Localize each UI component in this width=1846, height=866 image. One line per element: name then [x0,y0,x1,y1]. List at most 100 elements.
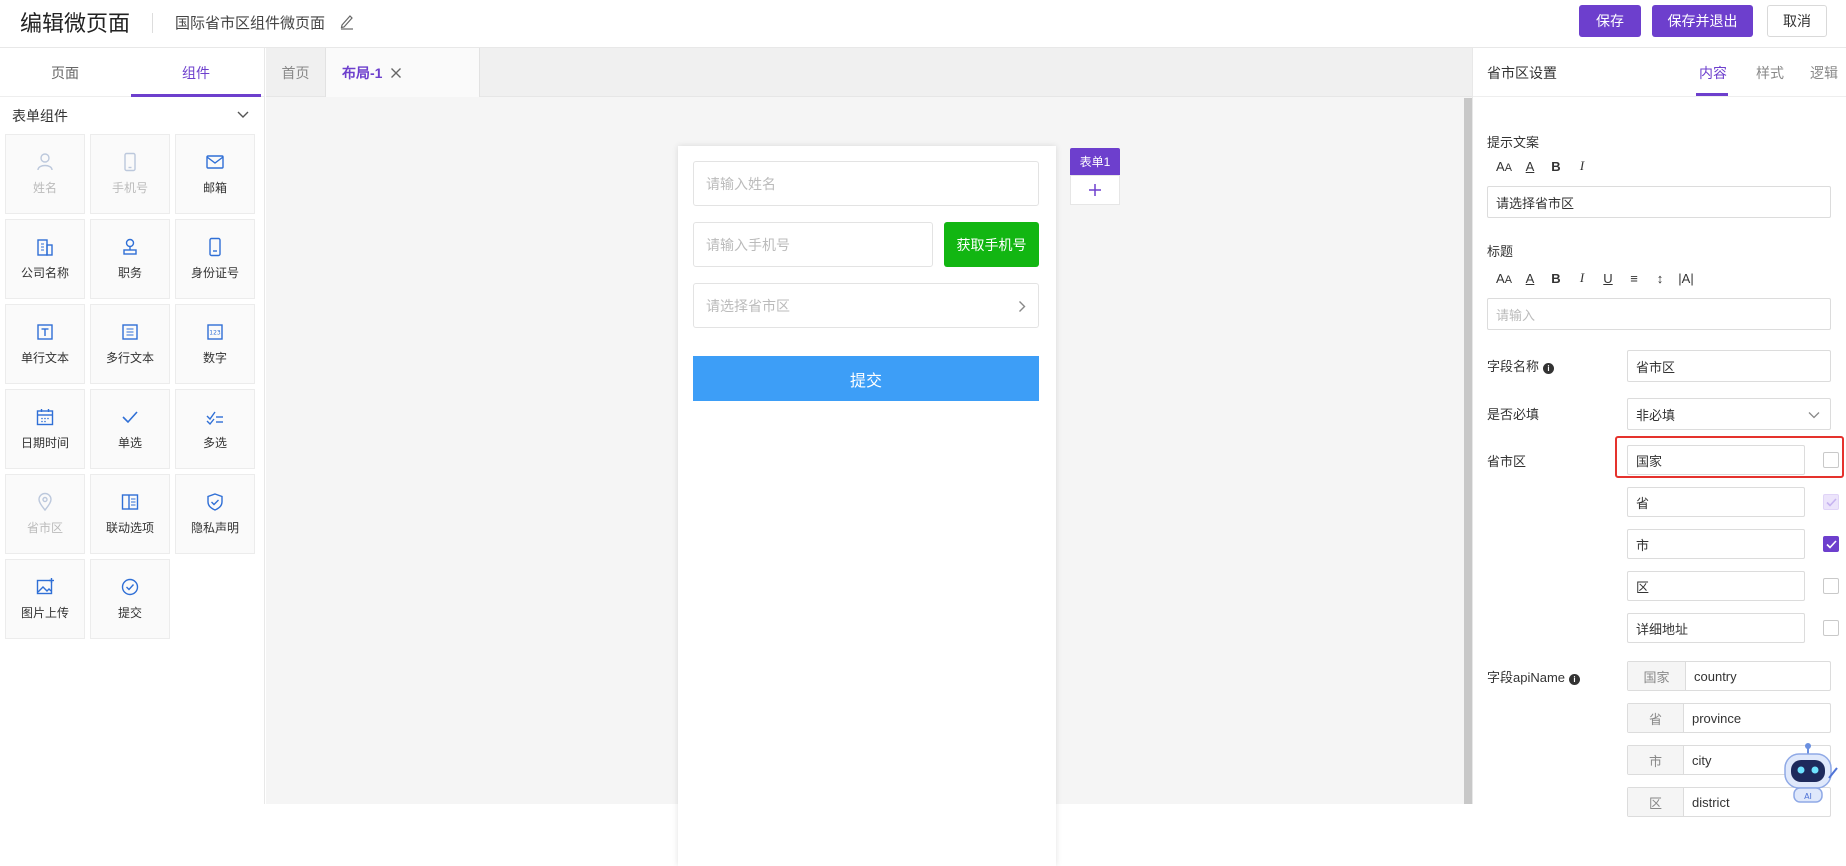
tab-layout-1[interactable]: 布局-1 [326,48,480,97]
active-tab-indicator [1696,93,1728,96]
tab-page[interactable]: 页面 [0,48,130,97]
cancel-button[interactable]: 取消 [1767,5,1827,37]
italic-icon[interactable]: I [1569,158,1595,174]
component-company[interactable]: 公司名称 [5,219,85,299]
component-image-upload[interactable]: 图片上传 [5,559,85,639]
component-multi-choice[interactable]: 多选 [175,389,255,469]
component-submit[interactable]: 提交 [90,559,170,639]
info-icon[interactable]: i [1543,363,1555,374]
page-title: 编辑微页面 [20,11,131,36]
phone-preview: 请输入姓名 请输入手机号 获取手机号 请选择省市区 提交 [678,146,1056,866]
hint-input[interactable]: 请选择省市区 [1487,186,1831,218]
check-icon [122,411,138,424]
component-label: 邮箱 [202,181,227,195]
api-prefix: 市 [1628,746,1684,774]
region-level-province[interactable]: 省 [1627,487,1805,517]
phone-icon [124,152,136,172]
font-color-icon[interactable]: A [1517,159,1543,174]
left-tabs: 页面 组件 [0,48,264,97]
letter-spacing-icon[interactable]: |A| [1673,271,1699,286]
component-phone[interactable]: 手机号 [90,134,170,214]
page-name: 国际省市区组件微页面 [175,15,326,32]
group-title[interactable]: 表单组件 [12,106,68,126]
required-label: 是否必填 [1487,407,1540,422]
canvas-tabs: 首页 布局-1 [266,48,1472,97]
get-phone-button[interactable]: 获取手机号 [944,222,1039,267]
title-format-toolbar: AA A B I U ≡ ↕ |A| [1491,270,1699,286]
save-exit-button[interactable]: 保存并退出 [1652,5,1753,37]
component-label: 数字 [202,351,227,365]
component-panel: 页面 组件 表单组件 姓名 手机号 邮箱 公司名称 职务 身份证号 单行文本 多… [0,48,265,804]
api-input[interactable]: province [1684,704,1830,732]
region-level-district[interactable]: 区 [1627,571,1805,601]
edit-icon[interactable] [339,12,355,30]
component-position[interactable]: 职务 [90,219,170,299]
bold-icon[interactable]: B [1543,271,1569,286]
component-label: 提交 [117,606,142,620]
component-multi-text[interactable]: 多行文本 [90,304,170,384]
svg-text:123: 123 [209,330,221,337]
font-color-icon[interactable]: A [1517,271,1543,286]
component-single-text[interactable]: 单行文本 [5,304,85,384]
component-email[interactable]: 邮箱 [175,134,255,214]
component-name[interactable]: 姓名 [5,134,85,214]
calendar-icon [36,409,54,426]
region-level-city[interactable]: 市 [1627,529,1805,559]
district-checkbox[interactable] [1823,578,1839,594]
tab-home[interactable]: 首页 [266,48,326,97]
info-icon[interactable]: i [1569,674,1581,685]
component-datetime[interactable]: 日期时间 [5,389,85,469]
component-label: 联动选项 [105,521,154,535]
add-form-button[interactable] [1070,175,1120,205]
phone-input[interactable]: 请输入手机号 [693,222,933,267]
component-number[interactable]: 123 数字 [175,304,255,384]
top-bar: 编辑微页面 国际省市区组件微页面 保存 保存并退出 取消 [0,0,1846,48]
api-input[interactable]: country [1686,662,1830,690]
bold-icon[interactable]: B [1543,159,1569,174]
id-card-icon [209,237,221,257]
submit-button[interactable]: 提交 [693,356,1039,401]
component-id-card[interactable]: 身份证号 [175,219,255,299]
underline-icon[interactable]: U [1595,271,1621,286]
line-height-icon[interactable]: ↕ [1647,271,1673,286]
component-label: 日期时间 [20,436,69,450]
region-level-address[interactable]: 详细地址 [1627,613,1805,643]
tab-components[interactable]: 组件 [131,48,261,97]
tab-logic[interactable]: 逻辑 [1810,63,1838,83]
required-select[interactable]: 非必填 [1627,398,1831,430]
api-name-label: 字段apiName i [1487,667,1581,686]
font-size-icon[interactable]: AA [1491,271,1517,286]
tab-style[interactable]: 样式 [1756,63,1784,83]
component-single-choice[interactable]: 单选 [90,389,170,469]
close-icon[interactable] [390,67,402,79]
save-button[interactable]: 保存 [1579,5,1641,37]
form-tag[interactable]: 表单1 [1070,148,1120,175]
align-icon[interactable]: ≡ [1621,271,1647,286]
field-name-input[interactable]: 省市区 [1627,350,1831,382]
province-checkbox[interactable] [1823,494,1839,510]
component-linkage[interactable]: 联动选项 [90,474,170,554]
field-name-label-text: 字段名称 [1487,359,1540,374]
component-region[interactable]: 省市区 [5,474,85,554]
chevron-down-icon[interactable] [236,108,250,122]
city-checkbox[interactable] [1823,536,1839,552]
submit-check-icon [121,578,139,596]
region-level-country[interactable]: 国家 [1627,445,1805,475]
api-prefix: 区 [1628,788,1684,816]
title-input[interactable]: 请输入 [1487,298,1831,330]
canvas-scrollbar[interactable] [1464,98,1472,804]
font-size-icon[interactable]: AA [1491,159,1517,174]
tab-home-label: 首页 [281,64,310,81]
component-label: 手机号 [111,181,148,195]
italic-icon[interactable]: I [1569,270,1595,286]
component-privacy[interactable]: 隐私声明 [175,474,255,554]
settings-header: 省市区设置 内容 样式 逻辑 [1473,48,1846,97]
region-select[interactable]: 请选择省市区 [693,283,1039,328]
text-multi-icon [122,324,138,340]
user-icon [37,153,53,171]
country-checkbox[interactable] [1823,452,1839,468]
address-checkbox[interactable] [1823,620,1839,636]
name-input[interactable]: 请输入姓名 [693,161,1039,206]
tab-content[interactable]: 内容 [1699,63,1727,83]
ai-assistant-icon[interactable]: AI [1777,740,1839,804]
